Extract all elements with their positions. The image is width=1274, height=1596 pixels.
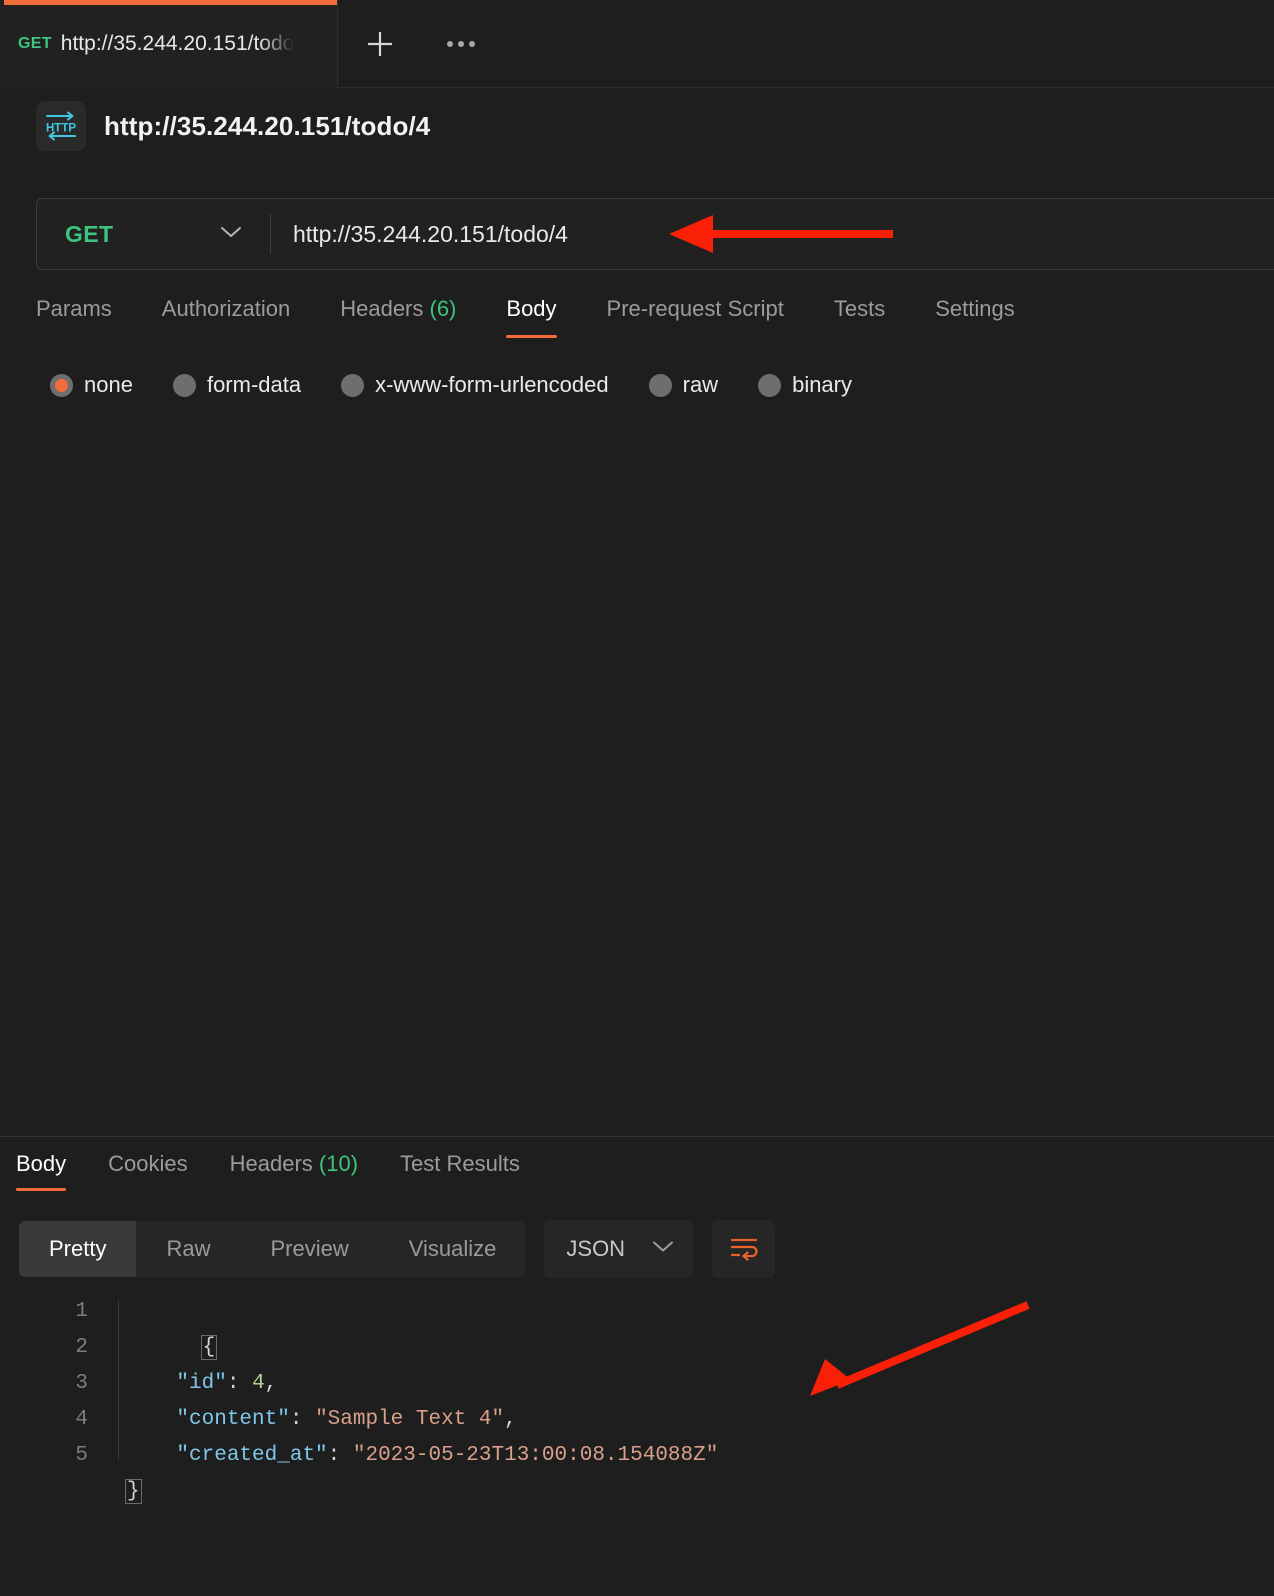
chevron-down-icon	[651, 1239, 675, 1259]
json-close-brace: }	[126, 1480, 141, 1503]
response-tab-test-results[interactable]: Test Results	[400, 1151, 520, 1191]
view-mode-pretty-label: Pretty	[49, 1236, 106, 1262]
view-mode-raw[interactable]: Raw	[136, 1221, 240, 1277]
tab-settings[interactable]: Settings	[935, 296, 1015, 338]
json-value-created-at: "2023-05-23T13:00:08.154088Z"	[353, 1444, 718, 1467]
svg-text:HTTP: HTTP	[46, 123, 76, 135]
body-type-none[interactable]: none	[50, 372, 133, 398]
view-mode-raw-label: Raw	[166, 1236, 210, 1262]
tab-authorization[interactable]: Authorization	[162, 296, 290, 338]
request-name-row: HTTP http://35.244.20.151/todo/4	[36, 101, 430, 151]
new-tab-button[interactable]	[338, 0, 422, 87]
response-view-mode-group: Pretty Raw Preview Visualize	[19, 1221, 526, 1277]
tab-url-label: http://35.244.20.151/todo	[61, 32, 295, 56]
request-body-editor-area[interactable]	[0, 420, 1274, 1135]
url-bar: GET http://35.244.20.151/todo/4	[36, 198, 1274, 270]
tab-headers[interactable]: Headers (6)	[340, 296, 456, 338]
json-key-created-at: "created_at"	[176, 1444, 327, 1467]
radio-none-icon[interactable]	[50, 374, 73, 397]
json-key-id: "id"	[176, 1372, 226, 1395]
body-type-form-data-label: form-data	[207, 372, 301, 398]
tab-params-label: Params	[36, 296, 112, 321]
plus-icon	[363, 27, 397, 61]
body-type-binary[interactable]: binary	[758, 372, 852, 398]
response-tab-headers-count: (10)	[319, 1151, 358, 1176]
radio-raw-icon[interactable]	[649, 374, 672, 397]
json-comma: ,	[265, 1372, 278, 1395]
json-value-content: "Sample Text 4"	[315, 1408, 504, 1431]
tab-headers-count: (6)	[430, 296, 457, 321]
indent-guide	[118, 1300, 119, 1460]
wrap-lines-icon	[728, 1233, 760, 1266]
line-number: 1	[75, 1300, 88, 1323]
response-tabs: Body Cookies Headers (10) Test Results	[16, 1151, 562, 1191]
response-format-label: JSON	[566, 1236, 625, 1262]
line-number-gutter: 1 2 3 4 5	[0, 1294, 104, 1594]
json-key-content: "content"	[176, 1408, 289, 1431]
tab-settings-label: Settings	[935, 296, 1015, 321]
body-type-radio-group: none form-data x-www-form-urlencoded raw…	[50, 372, 892, 398]
tab-authorization-label: Authorization	[162, 296, 290, 321]
response-tab-headers-label: Headers	[230, 1151, 313, 1176]
tab-pre-request-script-label: Pre-request Script	[607, 296, 784, 321]
line-number: 3	[75, 1372, 88, 1395]
view-mode-preview[interactable]: Preview	[240, 1221, 378, 1277]
view-mode-visualize-label: Visualize	[409, 1236, 497, 1262]
body-type-urlencoded-label: x-www-form-urlencoded	[375, 372, 609, 398]
view-mode-preview-label: Preview	[270, 1236, 348, 1262]
json-code: { "id": 4, "content": "Sample Text 4", "…	[104, 1294, 1274, 1594]
radio-form-data-icon[interactable]	[173, 374, 196, 397]
tab-body[interactable]: Body	[506, 296, 556, 338]
tab-strip: GET http://35.244.20.151/todo	[0, 0, 1274, 88]
body-type-raw[interactable]: raw	[649, 372, 718, 398]
body-type-raw-label: raw	[683, 372, 718, 398]
json-colon: :	[328, 1444, 353, 1467]
tab-tests-label: Tests	[834, 296, 885, 321]
method-label: GET	[65, 221, 113, 248]
body-type-binary-label: binary	[792, 372, 852, 398]
tab-headers-label: Headers	[340, 296, 423, 321]
body-type-form-data[interactable]: form-data	[173, 372, 301, 398]
response-tab-cookies-label: Cookies	[108, 1151, 187, 1176]
response-tab-cookies[interactable]: Cookies	[108, 1151, 187, 1191]
request-tab-active[interactable]: GET http://35.244.20.151/todo	[0, 0, 338, 88]
json-open-brace: {	[202, 1336, 217, 1359]
request-title: http://35.244.20.151/todo/4	[104, 111, 430, 142]
view-mode-visualize[interactable]: Visualize	[379, 1221, 527, 1277]
tab-tests[interactable]: Tests	[834, 296, 885, 338]
line-number: 4	[75, 1408, 88, 1431]
chevron-down-icon	[218, 224, 244, 245]
tab-pre-request-script[interactable]: Pre-request Script	[607, 296, 784, 338]
response-pane: Body Cookies Headers (10) Test Results P…	[0, 1136, 1274, 1596]
response-tab-body-label: Body	[16, 1151, 66, 1176]
json-value-id: 4	[252, 1372, 265, 1395]
tab-more-options-button[interactable]	[422, 0, 500, 87]
response-body-viewer[interactable]: 1 2 3 4 5 { "id": 4, "content": "Sample Text…	[0, 1294, 1274, 1594]
view-mode-pretty[interactable]: Pretty	[19, 1221, 136, 1277]
json-colon: :	[227, 1372, 252, 1395]
response-tab-body[interactable]: Body	[16, 1151, 66, 1191]
line-number: 5	[75, 1444, 88, 1467]
radio-urlencoded-icon[interactable]	[341, 374, 364, 397]
ellipsis-icon	[447, 41, 475, 47]
response-tab-headers[interactable]: Headers (10)	[230, 1151, 358, 1191]
response-tab-test-results-label: Test Results	[400, 1151, 520, 1176]
tab-body-label: Body	[506, 296, 556, 321]
request-tabs: Params Authorization Headers (6) Body Pr…	[36, 296, 1236, 352]
body-type-urlencoded[interactable]: x-www-form-urlencoded	[341, 372, 609, 398]
response-format-dropdown[interactable]: JSON	[544, 1220, 694, 1278]
response-toolbar: Pretty Raw Preview Visualize JSON	[19, 1220, 775, 1278]
line-number: 2	[75, 1336, 88, 1359]
radio-binary-icon[interactable]	[758, 374, 781, 397]
url-input[interactable]: http://35.244.20.151/todo/4	[271, 199, 1274, 269]
json-colon: :	[290, 1408, 315, 1431]
body-type-none-label: none	[84, 372, 133, 398]
json-comma: ,	[504, 1408, 517, 1431]
http-icon: HTTP	[36, 101, 86, 151]
tab-params[interactable]: Params	[36, 296, 112, 338]
tab-method-label: GET	[18, 35, 52, 53]
wrap-lines-button[interactable]	[712, 1220, 775, 1278]
method-dropdown[interactable]: GET	[37, 199, 270, 269]
